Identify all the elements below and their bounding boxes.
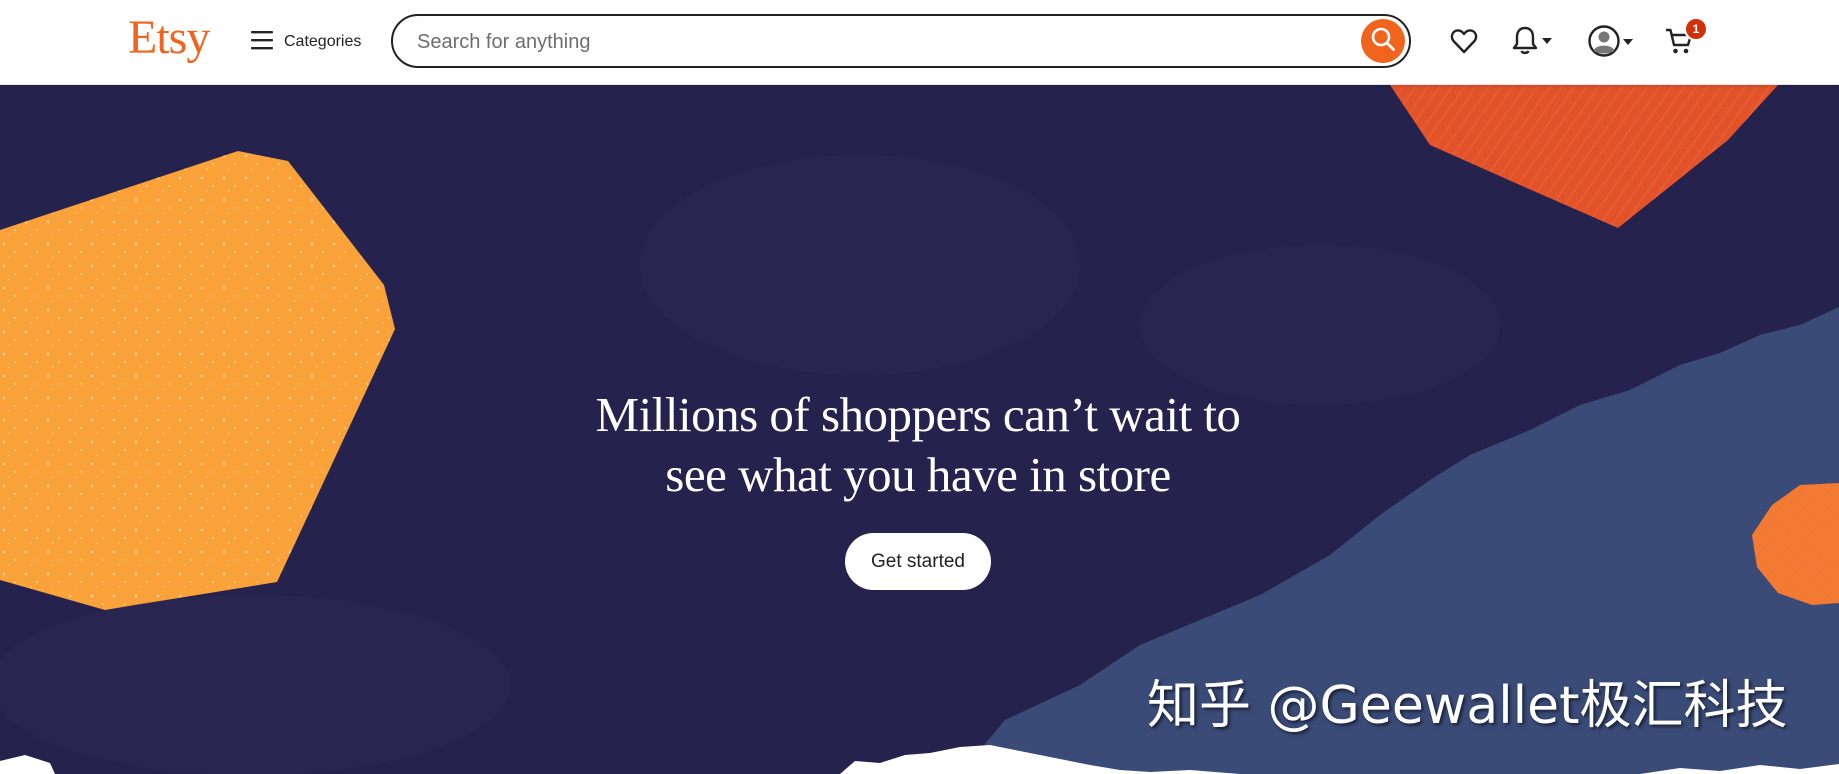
hero-headline: Millions of shoppers can’t wait to see w…	[520, 385, 1316, 505]
cart-count-badge: 1	[1684, 17, 1708, 41]
categories-label: Categories	[284, 33, 362, 50]
bell-icon	[1510, 24, 1540, 61]
get-started-button[interactable]: Get started	[845, 533, 991, 590]
hero-headline-line2: see what you have in store	[665, 447, 1171, 502]
hero-banner: Millions of shoppers can’t wait to see w…	[0, 85, 1839, 774]
chevron-down-icon	[1540, 33, 1554, 51]
search-bar	[391, 14, 1411, 68]
hero-headline-line1: Millions of shoppers can’t wait to	[595, 387, 1241, 442]
top-header: Etsy Categories Search for anything 1	[0, 0, 1839, 85]
notifications-button[interactable]	[1504, 24, 1560, 60]
yellow-shape	[0, 151, 395, 610]
account-button[interactable]	[1583, 24, 1639, 62]
chevron-down-icon	[1621, 34, 1635, 52]
search-icon	[1370, 26, 1396, 57]
watermark-text: 知乎 @Geewallet极汇科技	[1147, 676, 1788, 736]
heart-icon	[1450, 28, 1478, 59]
user-icon	[1587, 24, 1621, 63]
favorites-button[interactable]	[1447, 26, 1481, 60]
red-shape	[1390, 85, 1778, 228]
etsy-logo[interactable]: Etsy	[128, 10, 210, 65]
categories-button[interactable]: Categories	[250, 28, 361, 56]
menu-icon	[250, 29, 274, 56]
search-button[interactable]	[1361, 19, 1405, 63]
search-input[interactable]	[415, 16, 1319, 68]
